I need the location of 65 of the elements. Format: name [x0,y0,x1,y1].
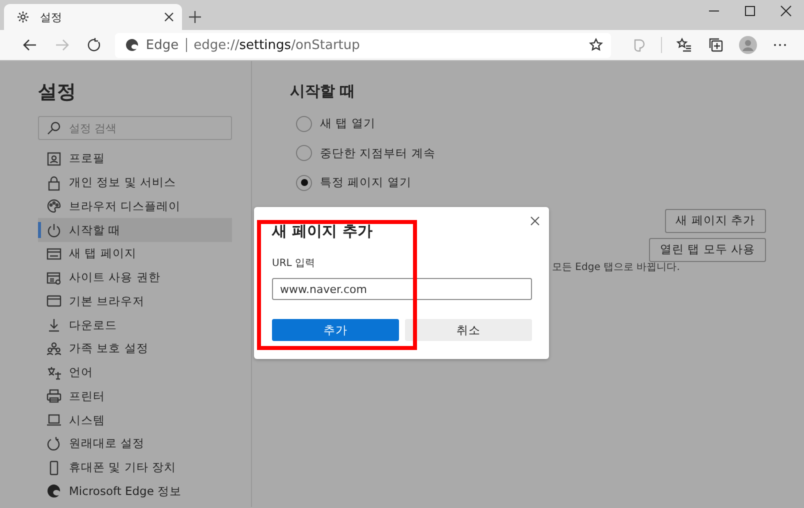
collections-icon[interactable] [708,37,724,53]
search-placeholder: 설정 검색 [69,120,116,136]
sidebar-item[interactable]: 사이트 사용 권한 [38,266,232,290]
add-button[interactable]: 추가 [272,319,399,341]
address-bar[interactable]: Edge edge://settings/onStartup [114,32,612,58]
radio-button[interactable] [296,145,312,162]
lock-icon [46,174,62,191]
settings-title: 설정 [38,80,77,104]
url-text: edge://settings/onStartup [194,38,361,52]
sidebar-item[interactable]: 휴대폰 및 기타 장치 [38,456,232,480]
site-label: Edge [146,38,179,52]
printer-icon [46,388,62,404]
reset-icon [46,436,62,452]
maximize-icon[interactable] [744,5,756,17]
sidebar-item[interactable]: Microsoft Edge 정보 [38,480,232,504]
sidebar-item[interactable]: 시스템 [38,408,232,432]
permissions-icon [46,270,62,286]
power-icon [46,222,62,238]
sidebar-item[interactable]: 기본 브라우저 [38,290,232,314]
search-icon [47,121,61,135]
sidebar-item[interactable]: 언어 [38,360,232,384]
action-button[interactable]: 열린 탭 모두 사용 [649,238,766,262]
refresh-icon[interactable] [86,37,102,53]
favorite-star-icon[interactable] [589,38,604,52]
sidebar-item[interactable]: 원래대로 설정 [38,432,232,456]
new-tab-icon[interactable] [188,10,202,24]
sidebar-item[interactable]: 프로필 [38,147,232,171]
close-icon[interactable] [780,5,792,17]
helper-text: 모든 Edge 탭으로 바뀝니다. [552,262,681,274]
cancel-button[interactable]: 취소 [405,319,532,341]
edge-logo-icon [124,38,139,52]
new-tab-icon [46,246,62,262]
sidebar-item[interactable]: 가족 보호 설정 [38,337,232,361]
sidebar-item[interactable]: 시작할 때 [38,218,232,242]
radio-button[interactable] [296,174,312,191]
sidebar-item[interactable]: 다운로드 [38,313,232,337]
language-icon [46,364,62,381]
edge-logo-icon [46,483,62,500]
close-icon[interactable] [164,12,174,22]
avatar-icon[interactable] [739,36,758,54]
download-icon [46,317,62,334]
back-icon[interactable] [22,37,38,53]
favorites-icon[interactable] [676,37,692,53]
sidebar-item[interactable]: 새 탭 페이지 [38,242,232,266]
radio-label: 중단한 지점부터 계속 [320,146,436,161]
laptop-icon [46,412,62,428]
family-icon [46,340,62,357]
radio-label: 특정 페이지 열기 [320,175,412,190]
sidebar-item[interactable]: 개인 정보 및 서비스 [38,170,232,194]
close-icon[interactable] [530,216,540,226]
browser-icon [46,293,62,310]
tab-title: 설정 [40,10,63,24]
radio-label: 새 탭 열기 [320,116,376,132]
section-title: 시작할 때 [290,81,356,101]
profile-icon [46,150,62,167]
dialog-title: 새 페이지 추가 [272,221,374,241]
field-label: URL 입력 [272,258,316,270]
radio-button[interactable] [296,116,312,132]
settings-icon [16,10,30,24]
url-input-field[interactable]: www.naver.com [272,278,532,300]
sidebar-item[interactable]: 프린터 [38,384,232,408]
action-button[interactable]: 새 페이지 추가 [664,208,766,232]
browser-tab[interactable]: 설정 [4,4,182,30]
sidebar-item[interactable]: 브라우저 디스플레이 [38,194,232,218]
palette-icon [46,198,62,214]
